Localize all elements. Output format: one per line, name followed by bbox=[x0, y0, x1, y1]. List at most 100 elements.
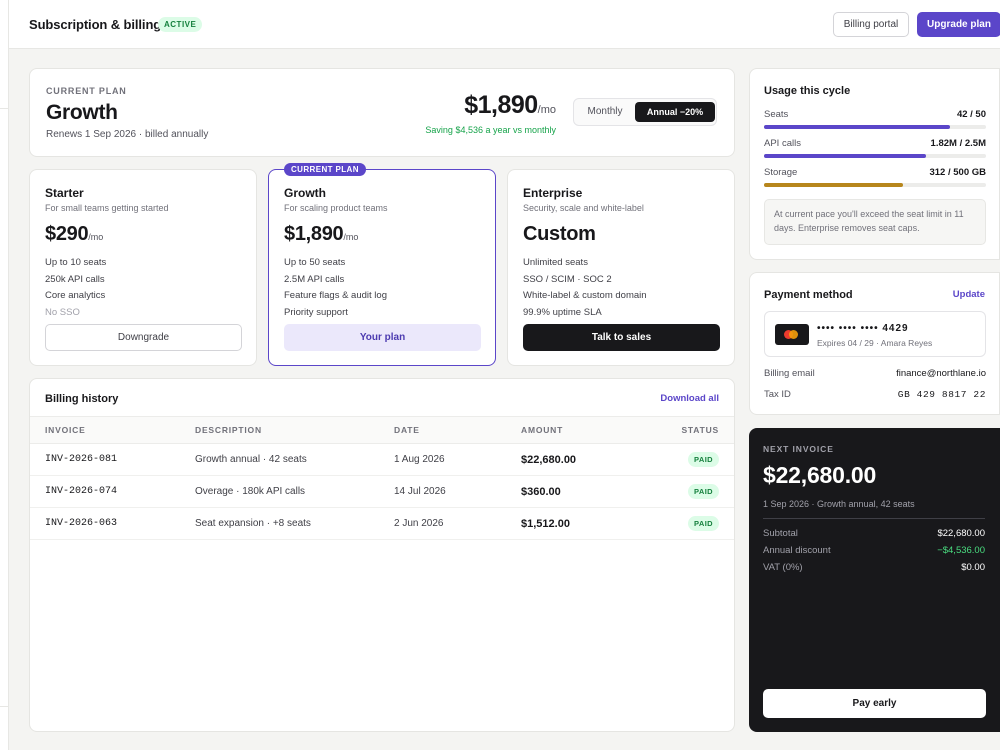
vat-value: $0.00 bbox=[961, 562, 985, 573]
invoice-date: 14 Jul 2026 bbox=[394, 475, 521, 508]
upgrade-plan-button[interactable]: Upgrade plan bbox=[917, 12, 1000, 37]
plan-feature: 99.9% uptime SLA bbox=[523, 306, 602, 318]
usage-value: 1.82M / 2.5M bbox=[930, 138, 986, 149]
usage-card: Usage this cycle Seats 42 / 50 API calls… bbox=[749, 68, 1000, 260]
usage-track bbox=[764, 125, 986, 129]
plan-price-value: $1,890 bbox=[284, 223, 344, 245]
usage-value: 42 / 50 bbox=[956, 109, 986, 120]
plan-feature: No SSO bbox=[45, 306, 80, 318]
discount-label: Annual discount bbox=[763, 545, 831, 556]
plan-feature: Unlimited seats bbox=[523, 257, 588, 268]
billing-portal-button[interactable]: Billing portal bbox=[833, 12, 909, 37]
current-plan-card: CURRENT PLAN Growth Renews 1 Sep 2026 · … bbox=[29, 68, 735, 157]
billing-history-title: Billing history bbox=[45, 393, 119, 405]
column-header: STATUS bbox=[641, 416, 734, 444]
plan-feature: Core analytics bbox=[45, 290, 106, 301]
plan-price-period: /mo bbox=[343, 232, 359, 242]
page-title: Subscription & billing bbox=[29, 17, 162, 32]
invoice-amount: $360.00 bbox=[521, 475, 641, 508]
current-plan-badge: CURRENT PLAN bbox=[284, 163, 366, 176]
table-row[interactable]: INV-2026-081 Growth annual · 42 seats 1 … bbox=[30, 443, 734, 476]
plan-feature: Priority support bbox=[284, 306, 348, 318]
plan-subtitle: For scaling product teams bbox=[284, 203, 388, 213]
billing-email-label: Billing email bbox=[764, 368, 815, 379]
plan-feature: Feature flags & audit log bbox=[284, 290, 387, 301]
invoice-status: PAID bbox=[641, 507, 734, 540]
divider bbox=[763, 518, 985, 519]
usage-value: 312 / 500 GB bbox=[929, 167, 986, 178]
card-expiry: Expires 04 / 29 · Amara Reyes bbox=[817, 338, 933, 348]
paid-badge: PAID bbox=[688, 484, 719, 499]
column-header: DATE bbox=[394, 416, 521, 444]
usage-label: Seats bbox=[764, 109, 789, 120]
plan-price: Custom bbox=[523, 223, 596, 245]
vat-label: VAT (0%) bbox=[763, 562, 803, 573]
mastercard-icon bbox=[775, 324, 809, 345]
next-invoice-card: NEXT INVOICE $22,680.00 1 Sep 2026 · Gro… bbox=[749, 428, 1000, 732]
sidebar-edge bbox=[0, 0, 9, 750]
plan-feature: 2.5M API calls bbox=[284, 273, 345, 285]
card-on-file: •••• •••• •••• 4429 Expires 04 / 29 · Am… bbox=[764, 311, 986, 357]
plan-name: Growth bbox=[284, 186, 326, 200]
plan-price: $1,890/mo bbox=[284, 223, 358, 246]
toggle-monthly[interactable]: Monthly bbox=[581, 102, 629, 122]
usage-label: Storage bbox=[764, 167, 798, 178]
next-invoice-label: NEXT INVOICE bbox=[763, 444, 834, 454]
usage-track bbox=[764, 154, 986, 158]
table-row[interactable]: INV-2026-063 Seat expansion · +8 seats 2… bbox=[30, 507, 734, 540]
table-header-row: INVOICE DESCRIPTION DATE AMOUNT STATUS bbox=[30, 416, 734, 444]
invoice-id: INV-2026-074 bbox=[30, 475, 195, 508]
top-bar: Subscription & billing ACTIVE Billing po… bbox=[9, 0, 1000, 49]
usage-title: Usage this cycle bbox=[764, 85, 851, 97]
invoice-amount: $22,680.00 bbox=[521, 443, 641, 476]
payment-method-card: Payment method Update •••• •••• •••• 442… bbox=[749, 272, 1000, 415]
invoice-status: PAID bbox=[641, 475, 734, 508]
toggle-annual[interactable]: Annual −20% bbox=[635, 102, 715, 122]
pay-early-button[interactable]: Pay early bbox=[763, 689, 986, 718]
next-invoice-amount: $22,680.00 bbox=[763, 462, 877, 488]
invoice-id: INV-2026-063 bbox=[30, 507, 195, 540]
invoice-status: PAID bbox=[641, 443, 734, 476]
plan-card-starter: Starter For small teams getting started … bbox=[29, 169, 257, 366]
usage-bar-fill bbox=[764, 154, 926, 158]
downgrade-button[interactable]: Downgrade bbox=[45, 324, 242, 351]
usage-track bbox=[764, 183, 986, 187]
usage-bar-fill bbox=[764, 183, 903, 187]
billing-history-card: Billing history Download all INVOICE DES… bbox=[29, 378, 735, 732]
plan-features: Up to 10 seats 250k API calls Core analy… bbox=[45, 255, 106, 321]
subtotal-value: $22,680.00 bbox=[937, 528, 985, 539]
usage-note: At current pace you'll exceed the seat l… bbox=[764, 199, 986, 245]
renewal-text: Renews 1 Sep 2026 · billed annually bbox=[46, 129, 209, 140]
paid-badge: PAID bbox=[688, 452, 719, 467]
column-header: DESCRIPTION bbox=[195, 416, 394, 444]
current-plan-label: CURRENT PLAN bbox=[46, 86, 127, 96]
your-plan-button[interactable]: Your plan bbox=[284, 324, 481, 351]
talk-to-sales-button[interactable]: Talk to sales bbox=[523, 324, 720, 351]
usage-label: API calls bbox=[764, 138, 801, 149]
table-row[interactable]: INV-2026-074 Overage · 180k API calls 14… bbox=[30, 475, 734, 508]
plan-subtitle: For small teams getting started bbox=[45, 203, 169, 213]
plan-features: Unlimited seats SSO / SCIM · SOC 2 White… bbox=[523, 255, 647, 321]
download-all-link[interactable]: Download all bbox=[660, 393, 719, 404]
status-badge: ACTIVE bbox=[158, 17, 203, 32]
current-plan-price-value: $1,890 bbox=[464, 91, 538, 119]
subtotal-label: Subtotal bbox=[763, 528, 798, 539]
current-plan-price: $1,890/mo bbox=[464, 91, 556, 120]
next-invoice-description: 1 Sep 2026 · Growth annual, 42 seats bbox=[763, 499, 915, 509]
plan-price-period: /mo bbox=[88, 232, 104, 242]
payment-title: Payment method bbox=[764, 289, 853, 301]
plan-price-value: $290 bbox=[45, 223, 89, 245]
current-plan-price-period: /mo bbox=[537, 104, 556, 116]
plan-card-growth: CURRENT PLAN Growth For scaling product … bbox=[268, 163, 496, 366]
tax-id-value: GB 429 8817 22 bbox=[897, 389, 986, 400]
discount-value: −$4,536.00 bbox=[937, 545, 985, 556]
saving-text: Saving $4,536 a year vs monthly bbox=[425, 125, 556, 135]
billing-cycle-toggle: Monthly Annual −20% bbox=[573, 98, 717, 126]
plan-name: Starter bbox=[45, 186, 84, 200]
update-payment-link[interactable]: Update bbox=[953, 289, 985, 300]
invoice-description: Overage · 180k API calls bbox=[195, 475, 394, 508]
column-header: AMOUNT bbox=[521, 416, 641, 444]
invoice-date: 2 Jun 2026 bbox=[394, 507, 521, 540]
plan-price: $290/mo bbox=[45, 223, 103, 246]
invoice-amount: $1,512.00 bbox=[521, 507, 641, 540]
